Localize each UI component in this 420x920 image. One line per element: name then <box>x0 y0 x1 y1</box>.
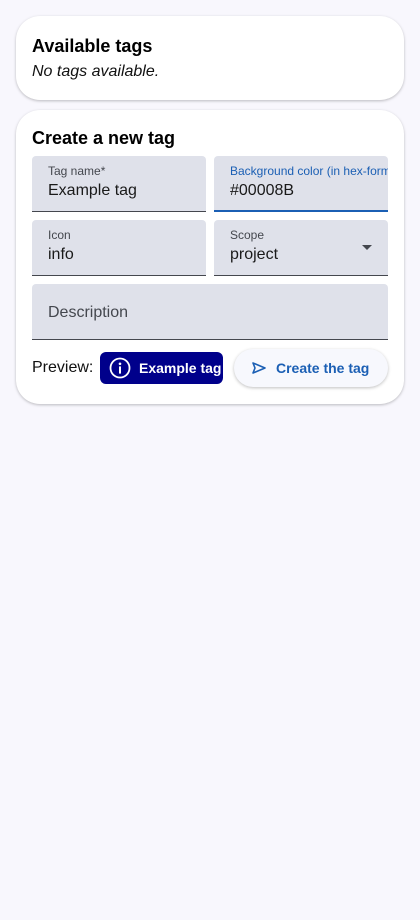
available-tags-title: Available tags <box>32 36 153 56</box>
tag-name-label: Tag name* <box>48 164 106 178</box>
description-field[interactable]: Description <box>32 284 388 340</box>
create-tag-card: Create a new tag Tag name* Example tag B… <box>16 110 404 404</box>
create-tag-button-label: Create the tag <box>276 360 370 376</box>
preview-label: Preview: <box>32 359 94 376</box>
icon-field[interactable]: Icon info <box>32 220 206 276</box>
background-color-value[interactable]: #00008B <box>230 182 294 200</box>
icon-label: Icon <box>48 228 71 242</box>
scope-select[interactable]: Scope project <box>214 220 388 276</box>
no-tags-message: No tags available. <box>32 63 160 80</box>
tag-name-value[interactable]: Example tag <box>48 182 137 200</box>
create-tag-button[interactable]: Create the tag <box>234 349 388 387</box>
scope-value: project <box>230 246 279 263</box>
tag-name-field[interactable]: Tag name* Example tag <box>32 156 206 212</box>
tag-preview-chip: Example tag <box>100 352 223 384</box>
tag-preview-text: Example tag <box>139 360 222 376</box>
dropdown-arrow-icon[interactable] <box>362 245 372 250</box>
icon-value[interactable]: info <box>48 246 74 264</box>
background-color-field[interactable]: Background color (in hex-format) #00008B <box>214 156 388 212</box>
available-tags-card: Available tags No tags available. <box>16 16 404 100</box>
info-icon <box>109 357 131 379</box>
background-color-label: Background color (in hex-format) <box>230 164 388 178</box>
create-tag-title: Create a new tag <box>32 128 176 148</box>
scope-label: Scope <box>230 228 265 242</box>
description-placeholder: Description <box>48 304 129 321</box>
send-icon <box>252 362 266 374</box>
